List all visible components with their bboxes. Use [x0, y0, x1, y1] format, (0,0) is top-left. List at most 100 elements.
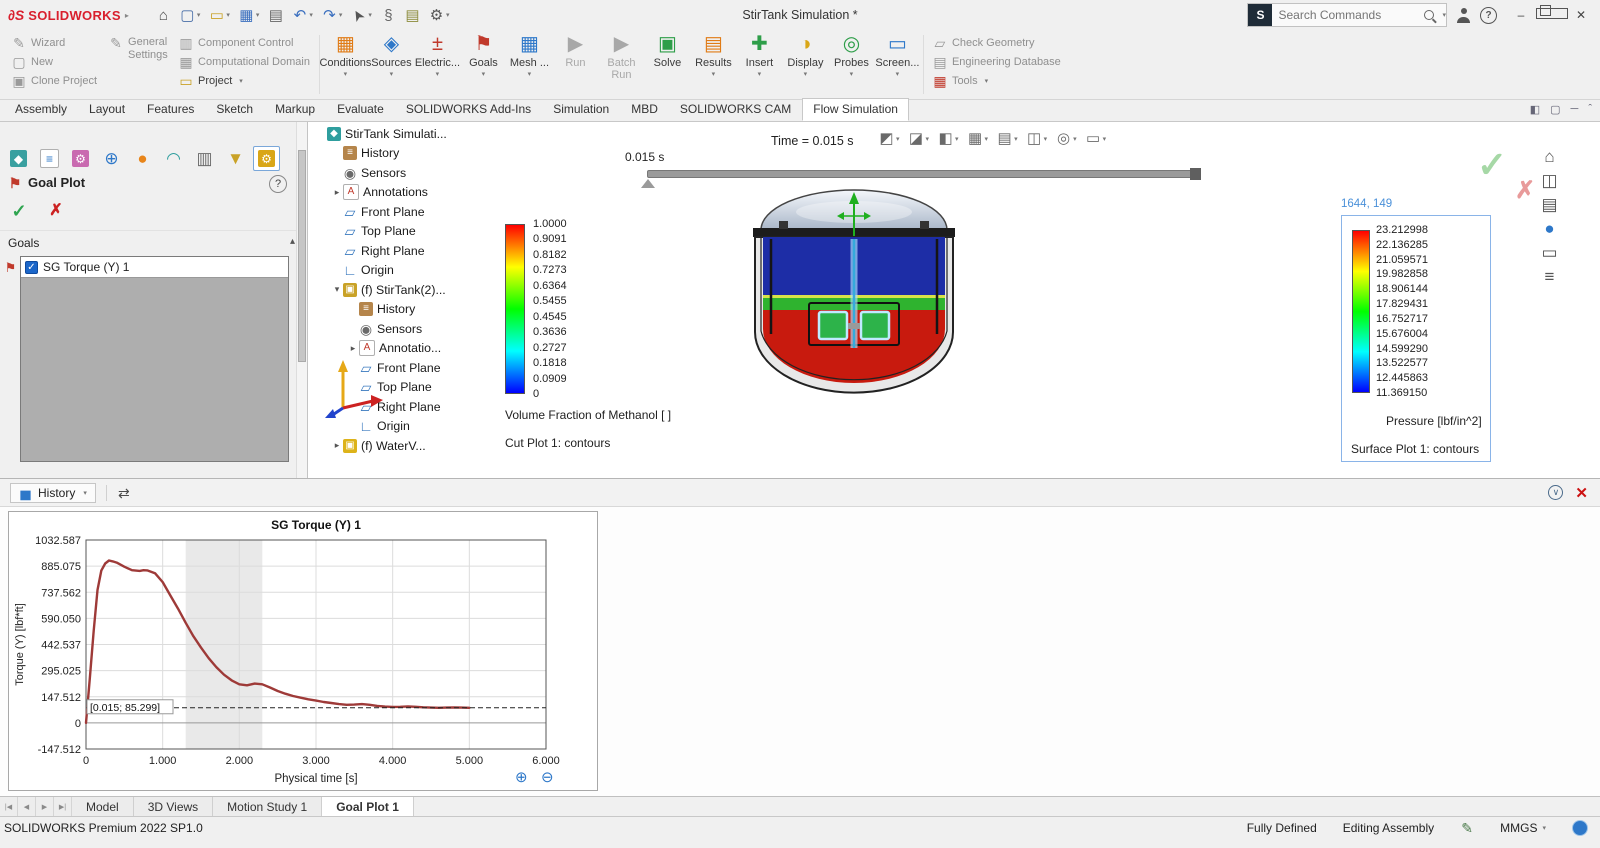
ribbon-button-sources[interactable]: ◈ Sources ▾: [369, 30, 414, 99]
mesh-display-button[interactable]: ▤ ▾: [997, 131, 1017, 146]
collapse-panel-icon[interactable]: ∨: [1548, 485, 1564, 500]
search-input[interactable]: [1272, 8, 1425, 22]
ribbon-button-run[interactable]: ▶ Run: [553, 30, 598, 99]
tree-display-button[interactable]: ≡: [1541, 268, 1558, 285]
slider-position-marker[interactable]: [641, 179, 655, 188]
ribbon-button-check-geometry[interactable]: ▱ Check Geometry: [933, 36, 1061, 50]
tree-item-top-plane[interactable]: ▱ Top Plane: [311, 222, 516, 242]
select-arrow-button[interactable]: ➤ ▾: [348, 5, 375, 24]
graphics-viewport[interactable]: ◆ StirTank Simulati... ≡ History ◉ Sensors ▸ A A…: [309, 122, 1600, 478]
ribbon-button-wizard[interactable]: ✎ Wizard: [12, 36, 97, 50]
ribbon-button-component-control[interactable]: ▥ Component Control: [179, 36, 310, 50]
ribbon-button-goals[interactable]: ⚑ Goals ▾: [461, 30, 506, 99]
flowsim-tab-button[interactable]: ⚙: [253, 146, 280, 171]
time-slider[interactable]: [647, 168, 1201, 180]
help-icon[interactable]: ?: [1480, 6, 1497, 24]
sheet-tab-3d-views[interactable]: 3D Views: [133, 797, 214, 816]
manager-scrollbar[interactable]: [296, 122, 307, 478]
tree-item-front-plane[interactable]: ▱ Front Plane: [311, 202, 516, 222]
dimxpertmanager-tab-button[interactable]: ⊕: [98, 146, 125, 171]
tab-evaluate[interactable]: Evaluate: [326, 98, 395, 121]
scrollbar-thumb[interactable]: [298, 150, 306, 362]
goals-section-header[interactable]: Goals ▴: [0, 230, 307, 255]
ribbon-button-probes[interactable]: ◎ Probes ▾: [829, 30, 874, 99]
tab-flow-simulation[interactable]: Flow Simulation: [802, 98, 909, 121]
split-view-icon[interactable]: ◧: [1530, 103, 1540, 116]
minimize-button[interactable]: –: [1506, 8, 1536, 22]
ok-check-icon[interactable]: ✓: [10, 202, 28, 220]
expand-arrow-icon[interactable]: ▸: [331, 440, 343, 451]
search-commands-box[interactable]: S ▾: [1247, 3, 1447, 27]
tree-item-sensors[interactable]: ◉ Sensors: [311, 163, 516, 183]
expand-arrow-icon[interactable]: ▸: [347, 343, 359, 354]
restore-button[interactable]: [1536, 5, 1568, 22]
cam-tab-button[interactable]: ◠: [160, 146, 187, 171]
tree-item-history[interactable]: ≡ History: [311, 144, 516, 164]
display-screen-button[interactable]: ▭: [1541, 244, 1558, 261]
expand-icon[interactable]: ˆ: [1588, 103, 1592, 116]
prev-tab-button[interactable]: ◀: [18, 797, 36, 816]
render-sphere-button[interactable]: ●: [1541, 220, 1558, 237]
stirtank-3d-model[interactable]: [749, 186, 959, 408]
sheet-button[interactable]: ▤: [402, 6, 423, 25]
tree-item-annotations[interactable]: ▸ A Annotations: [311, 183, 516, 203]
zoom-in-button[interactable]: ⊕: [515, 768, 528, 786]
slider-endcap[interactable]: [1190, 168, 1201, 180]
next-tab-button[interactable]: ▶: [36, 797, 54, 816]
tab-markup[interactable]: Markup: [264, 98, 326, 121]
sheet-tab-model[interactable]: Model: [72, 797, 134, 816]
tree-item-f-waterv[interactable]: ▸ ▣ (f) WaterV...: [311, 436, 516, 456]
ribbon-button-solve[interactable]: ▣ Solve: [645, 30, 690, 99]
ribbon-button-electric[interactable]: ± Electric... ▾: [415, 30, 460, 99]
refresh-icon[interactable]: ⇄: [117, 486, 131, 500]
ribbon-button-results[interactable]: ▤ Results ▾: [691, 30, 736, 99]
history-dropdown[interactable]: ▅ History ▾: [10, 482, 96, 503]
monitor-button[interactable]: ▭ ▾: [1086, 131, 1106, 146]
tab-mbd[interactable]: MBD: [620, 98, 669, 121]
sheet-tab-goal-plot-1[interactable]: Goal Plot 1: [322, 797, 414, 816]
close-button[interactable]: ✕: [1566, 8, 1596, 22]
filter-tab-button[interactable]: ▼: [222, 146, 249, 171]
pane-icon[interactable]: ▢: [1550, 103, 1560, 116]
status-mmgs[interactable]: MMGS ▾: [1500, 821, 1546, 835]
surface-plot-legend[interactable]: 23.212998 22.136285 21.059571 19.982858 18.9…: [1341, 215, 1491, 462]
search-caret-icon[interactable]: ▾: [1442, 11, 1446, 19]
ribbon-button-conditions[interactable]: ▦ Conditions ▾: [319, 30, 371, 99]
goal-list-item[interactable]: ✓ SG Torque (Y) 1: [21, 257, 288, 278]
section-view-button[interactable]: ◪ ▾: [909, 131, 929, 146]
help-button[interactable]: ?: [269, 175, 287, 193]
refresh-icon[interactable]: ⇄: [117, 486, 131, 500]
home-button[interactable]: ⌂: [153, 6, 174, 25]
solidworks-logo[interactable]: ∂S SOLIDWORKS ▸: [0, 7, 139, 23]
attachment-button[interactable]: §: [378, 6, 399, 25]
ribbon-button-display[interactable]: ◑ Display ▾: [783, 30, 828, 99]
save-button[interactable]: ▦ ▾: [236, 6, 263, 25]
tree-item-history[interactable]: ≡ History: [311, 300, 516, 320]
ribbon-button-mesh[interactable]: ▦ Mesh ... ▾: [507, 30, 552, 99]
collapse-chevron-icon[interactable]: ▴: [290, 236, 295, 250]
expand-arrow-icon[interactable]: ▸: [331, 187, 343, 198]
user-account-icon[interactable]: [1456, 7, 1471, 23]
search-icon[interactable]: [1424, 10, 1435, 20]
tab-solidworks-cam[interactable]: SOLIDWORKS CAM: [669, 98, 802, 121]
propertymanager-tab-button[interactable]: ◆: [5, 146, 32, 171]
close-panel-icon[interactable]: ✕: [1575, 484, 1588, 502]
new-doc-button[interactable]: ▢ ▾: [177, 6, 204, 25]
featuremanager-tab-button[interactable]: ≡: [36, 146, 63, 171]
tree-item-origin[interactable]: ∟ Origin: [311, 261, 516, 281]
tree-item-f-stirtank-2[interactable]: ▾ ▣ (f) StirTank(2)...: [311, 280, 516, 300]
last-tab-button[interactable]: ▶|: [54, 797, 72, 816]
tab-sketch[interactable]: Sketch: [205, 98, 264, 121]
tab-assembly[interactable]: Assembly: [4, 98, 78, 121]
confirm-check-icon[interactable]: ✓: [1477, 144, 1507, 186]
appearance-button[interactable]: ◧ ▾: [938, 131, 958, 146]
column-tab-button[interactable]: ▥: [191, 146, 218, 171]
camera-button[interactable]: ◎ ▾: [1056, 131, 1077, 146]
open-button[interactable]: ▭ ▾: [206, 6, 233, 25]
tab-features[interactable]: Features: [136, 98, 205, 121]
ribbon-button-engineering-database[interactable]: ▤ Engineering Database: [933, 55, 1060, 69]
lighting-button[interactable]: ◩ ▾: [879, 131, 899, 146]
cancel-x-icon[interactable]: ✗: [48, 203, 64, 219]
ribbon-button-computational-domain[interactable]: ▦ Computational Domain: [179, 55, 310, 69]
ribbon-button-general-settings[interactable]: ✎ General Settings: [109, 36, 168, 61]
